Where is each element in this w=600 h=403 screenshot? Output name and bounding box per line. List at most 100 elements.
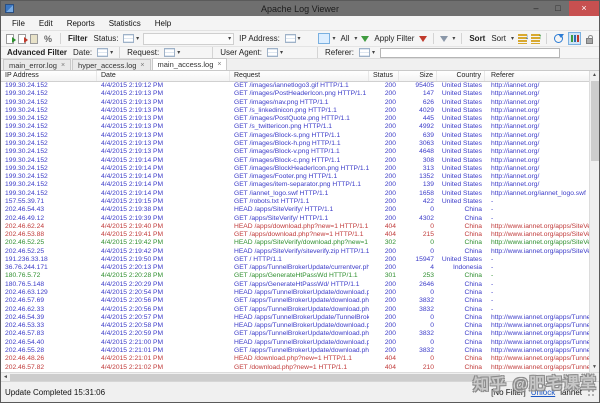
- table-row[interactable]: 202.46.49.12 4/4/2015 2:19:39 PM GET /ap…: [1, 215, 589, 223]
- column-header-country[interactable]: Country: [437, 71, 485, 81]
- scroll-down-icon[interactable]: ▼: [592, 363, 597, 372]
- chevron-down-icon[interactable]: ▾: [136, 35, 139, 42]
- table-row[interactable]: 202.46.57.69 4/4/2015 2:20:56 PM GET /ap…: [1, 297, 589, 305]
- column-header-request[interactable]: Request: [230, 71, 369, 81]
- table-row[interactable]: 202.46.53.33 4/4/2015 2:20:58 PM HEAD /a…: [1, 322, 589, 330]
- table-row[interactable]: 191.236.33.18 4/4/2015 2:19:50 PM GET / …: [1, 256, 589, 264]
- cell-request: GET /images/Block-v.png HTTP/1.1: [234, 148, 340, 156]
- table-row[interactable]: 199.30.24.152 4/4/2015 2:19:13 PM GET /i…: [1, 140, 589, 148]
- chevron-down-icon[interactable]: ▾: [372, 49, 375, 56]
- apply-filter-button[interactable]: Apply Filter: [374, 34, 414, 43]
- referer-filter-combo[interactable]: [358, 48, 370, 57]
- tab-close-icon[interactable]: ×: [61, 62, 65, 69]
- table-row[interactable]: 199.30.24.152 4/4/2015 2:19:14 PM GET /i…: [1, 181, 589, 189]
- table-row[interactable]: 202.46.54.40 4/4/2015 2:21:00 PM HEAD /a…: [1, 339, 589, 347]
- chevron-down-icon[interactable]: ▾: [332, 35, 335, 42]
- vertical-scrollbar[interactable]: ▲ ▼: [589, 71, 599, 372]
- tab-hyper-access-log[interactable]: hyper_access.log ×: [72, 59, 151, 70]
- sort-descending-icon[interactable]: [531, 32, 542, 44]
- chart-view-icon[interactable]: [567, 32, 581, 45]
- sort-ascending-icon[interactable]: [518, 32, 529, 44]
- chevron-down-icon[interactable]: ▾: [511, 35, 514, 42]
- table-row[interactable]: 199.30.24.152 4/4/2015 2:19:14 PM GET /i…: [1, 165, 589, 173]
- refresh-icon[interactable]: [553, 34, 564, 43]
- lock-icon[interactable]: [585, 34, 593, 44]
- sort-dropdown[interactable]: Sort: [491, 34, 506, 43]
- chevron-down-icon[interactable]: ▾: [452, 35, 455, 42]
- vertical-scroll-thumb[interactable]: [590, 81, 599, 161]
- country-filter-icon[interactable]: [317, 33, 331, 44]
- table-row[interactable]: 199.30.24.152 4/4/2015 2:19:14 PM GET /i…: [1, 173, 589, 181]
- request-filter-combo[interactable]: [164, 48, 176, 57]
- menu-edit[interactable]: Edit: [32, 16, 60, 31]
- tab-close-icon[interactable]: ×: [217, 61, 221, 68]
- chevron-down-icon[interactable]: ▾: [280, 49, 283, 56]
- date-filter-combo[interactable]: [97, 48, 109, 57]
- table-row[interactable]: 199.30.24.152 4/4/2015 2:19:13 PM GET /s…: [1, 107, 589, 115]
- table-row[interactable]: 202.46.52.25 4/4/2015 2:19:42 PM HEAD /a…: [1, 239, 589, 247]
- table-row[interactable]: 202.46.57.83 4/4/2015 2:20:59 PM GET /ap…: [1, 330, 589, 338]
- apply-filter-icon[interactable]: [361, 35, 370, 42]
- horizontal-scroll-thumb[interactable]: [10, 373, 500, 381]
- chevron-down-icon[interactable]: ▾: [110, 49, 113, 56]
- table-row[interactable]: 199.30.24.152 4/4/2015 2:19:13 PM GET /s…: [1, 123, 589, 131]
- tab-main-error-log[interactable]: main_error.log ×: [3, 59, 72, 70]
- table-row[interactable]: 199.30.24.152 4/4/2015 2:19:14 PM GET /i…: [1, 190, 589, 198]
- table-row[interactable]: 202.46.52.25 4/4/2015 2:19:42 PM HEAD /a…: [1, 248, 589, 256]
- table-row[interactable]: 199.30.24.152 4/4/2015 2:19:12 PM GET /i…: [1, 82, 589, 90]
- table-row[interactable]: 180.76.5.148 4/4/2015 2:20:29 PM GET /ap…: [1, 281, 589, 289]
- cell-country: United States: [441, 156, 482, 164]
- paste-icon[interactable]: [30, 33, 38, 44]
- table-row[interactable]: 202.46.48.26 4/4/2015 2:21:01 PM HEAD /d…: [1, 355, 589, 363]
- table-row[interactable]: 202.46.54.39 4/4/2015 2:20:57 PM HEAD /a…: [1, 314, 589, 322]
- scroll-right-icon[interactable]: ►: [590, 374, 599, 380]
- horizontal-scrollbar[interactable]: ◄ ►: [1, 372, 599, 381]
- table-row[interactable]: 157.55.39.71 4/4/2015 2:19:15 PM GET /ro…: [1, 198, 589, 206]
- table-row[interactable]: 36.76.244.171 4/4/2015 2:20:13 PM GET /a…: [1, 264, 589, 272]
- table-row[interactable]: 202.46.53.88 4/4/2015 2:19:41 PM GET /ap…: [1, 231, 589, 239]
- table-row[interactable]: 199.30.24.152 4/4/2015 2:19:14 PM GET /i…: [1, 157, 589, 165]
- table-row[interactable]: 199.30.24.152 4/4/2015 2:19:13 PM GET /i…: [1, 99, 589, 107]
- scroll-up-icon[interactable]: ▲: [592, 71, 597, 80]
- table-row[interactable]: 199.30.24.152 4/4/2015 2:19:13 PM GET /i…: [1, 90, 589, 98]
- menu-reports[interactable]: Reports: [60, 16, 102, 31]
- ip-address-combo[interactable]: [284, 34, 296, 43]
- menu-statistics[interactable]: Statistics: [102, 16, 148, 31]
- tab-close-icon[interactable]: ×: [140, 62, 144, 69]
- open-remote-log-icon[interactable]: [18, 33, 28, 44]
- edit-filter-icon[interactable]: [440, 35, 449, 42]
- user-agent-filter-combo[interactable]: [267, 48, 279, 57]
- table-row[interactable]: 202.46.62.33 4/4/2015 2:20:56 PM GET /ap…: [1, 306, 589, 314]
- table-row[interactable]: 202.46.55.28 4/4/2015 2:21:01 PM GET /ap…: [1, 347, 589, 355]
- chevron-down-icon[interactable]: ▾: [298, 35, 301, 42]
- unlock-link[interactable]: Unlock: [531, 388, 555, 397]
- table-row[interactable]: 202.46.63.129 4/4/2015 2:20:54 PM HEAD /…: [1, 289, 589, 297]
- tab-main-access-log[interactable]: main_access.log ×: [151, 58, 228, 70]
- chevron-down-icon[interactable]: ▾: [177, 49, 180, 56]
- cell-country: China: [464, 280, 482, 288]
- table-row[interactable]: 199.30.24.152 4/4/2015 2:19:13 PM GET /i…: [1, 148, 589, 156]
- resize-grip[interactable]: [587, 388, 595, 397]
- status-filter-combo[interactable]: [123, 34, 135, 43]
- all-dropdown[interactable]: All: [341, 34, 350, 43]
- column-header-size[interactable]: Size: [399, 71, 437, 81]
- menu-help[interactable]: Help: [148, 16, 178, 31]
- table-row[interactable]: 199.30.24.152 4/4/2015 2:19:13 PM GET /i…: [1, 115, 589, 123]
- open-log-icon[interactable]: [6, 33, 16, 44]
- table-row[interactable]: 202.46.57.82 4/4/2015 2:21:02 PM GET /do…: [1, 364, 589, 372]
- table-row[interactable]: 202.46.54.43 4/4/2015 2:19:38 PM HEAD /a…: [1, 206, 589, 214]
- column-header-date[interactable]: Date: [97, 71, 230, 81]
- scroll-left-icon[interactable]: ◄: [1, 374, 10, 380]
- column-header-referer[interactable]: Referer: [485, 71, 589, 81]
- status-value-dropdown[interactable]: ▾: [143, 32, 235, 45]
- table-row[interactable]: 180.76.5.72 4/4/2015 2:20:28 PM GET /app…: [1, 272, 589, 280]
- clear-filter-icon[interactable]: [419, 35, 428, 42]
- referer-filter-input[interactable]: [379, 47, 560, 58]
- chevron-down-icon[interactable]: ▾: [354, 35, 357, 42]
- table-row[interactable]: 199.30.24.152 4/4/2015 2:19:13 PM GET /i…: [1, 132, 589, 140]
- column-header-status[interactable]: Status: [369, 71, 399, 81]
- table-row[interactable]: 202.46.62.24 4/4/2015 2:19:40 PM HEAD /a…: [1, 223, 589, 231]
- percent-icon[interactable]: %: [44, 34, 52, 44]
- column-header-ip[interactable]: IP Address: [1, 71, 97, 81]
- menu-file[interactable]: File: [5, 16, 32, 31]
